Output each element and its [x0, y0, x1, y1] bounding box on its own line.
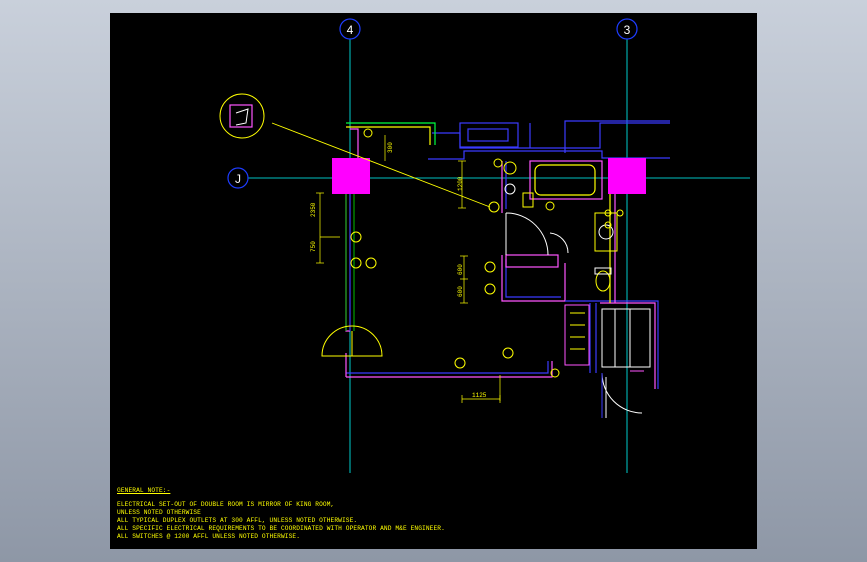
door-swings [505, 212, 569, 256]
note-line-1: ELECTRICAL SET-OUT OF DOUBLE ROOM IS MIR… [117, 501, 335, 508]
grid-label-4: 4 [347, 23, 354, 37]
dim-300: 300 [387, 142, 394, 153]
general-notes: GENERAL NOTE:- ELECTRICAL SET-OUT OF DOU… [117, 487, 445, 541]
note-line-5: ALL SWITCHES @ 1200 AFFL UNLESS NOTED OT… [117, 533, 301, 540]
cad-viewport[interactable]: 4 3 J 300 1200 2350 750 600 600 1125 GEN… [110, 13, 757, 549]
note-line-2: UNLESS NOTED OTHERWISE [117, 509, 201, 516]
floor-plan-drawing: 4 3 J 300 1200 2350 750 600 600 1125 [219, 18, 750, 473]
dim-1200: 1200 [457, 176, 464, 191]
grid-bubble-3: 3 [616, 18, 638, 40]
notes-heading: GENERAL NOTE:- [117, 487, 171, 494]
column-left [332, 158, 370, 194]
grid-bubble-j: J [227, 167, 249, 189]
outer-walls [428, 120, 670, 160]
detail-leader [271, 122, 491, 208]
dim-2350: 2350 [310, 202, 317, 217]
bathroom-walls [501, 160, 659, 389]
wardrobe [564, 304, 651, 418]
column-right [608, 158, 646, 194]
dim-750: 750 [310, 241, 317, 252]
dim-600b: 600 [457, 286, 464, 297]
room-walls [345, 193, 553, 378]
bathroom-fixtures [503, 161, 618, 292]
dim-600a: 600 [457, 264, 464, 275]
note-line-3: ALL TYPICAL DUPLEX OUTLETS AT 300 AFFL, … [117, 517, 358, 524]
detail-target [488, 201, 500, 213]
grid-lines [248, 39, 750, 473]
electrical-symbols [350, 128, 624, 378]
detail-symbol-inner [235, 108, 249, 126]
note-line-4: ALL SPECIFIC ELECTRICAL REQUIREMENTS TO … [117, 525, 445, 532]
detail-callout [219, 93, 265, 139]
dim-1125: 1125 [472, 392, 487, 399]
grid-label-j: J [235, 172, 241, 186]
grid-label-3: 3 [624, 23, 631, 37]
grid-bubble-4: 4 [339, 18, 361, 40]
